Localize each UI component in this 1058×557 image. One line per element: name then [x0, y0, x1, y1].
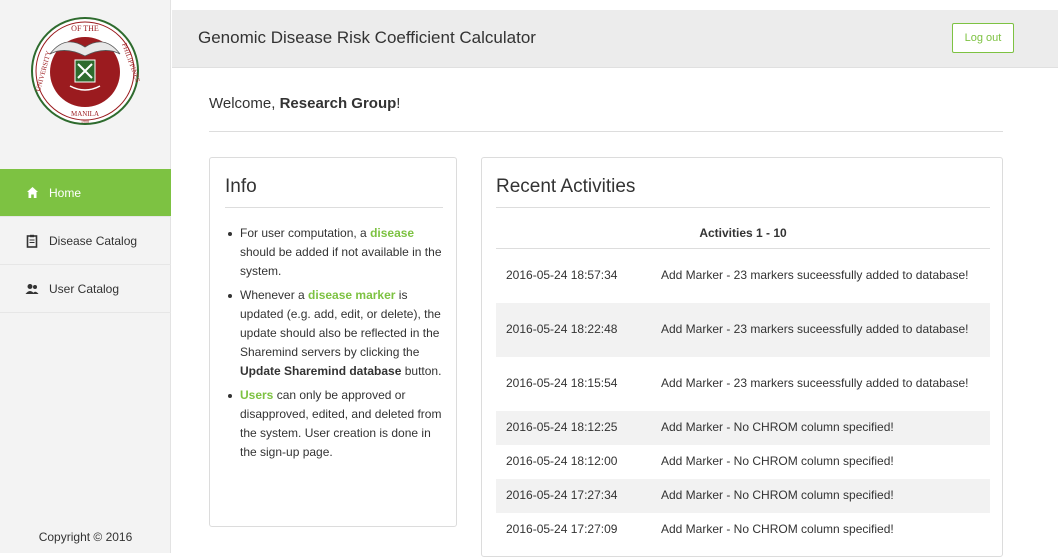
info-panel-title: Info [225, 176, 257, 197]
divider [496, 207, 990, 208]
activity-description: Add Marker - No CHROM column specified! [661, 454, 894, 468]
activity-time: 2016-05-24 17:27:34 [506, 488, 618, 502]
sidebar-item-label: User Catalog [49, 281, 120, 296]
info-bullet: Whenever a disease marker is updated (e.… [225, 286, 450, 381]
activity-description: Add Marker - 23 markers suceessfully add… [661, 268, 969, 283]
info-text: For user computation, a [240, 226, 371, 240]
copyright-text: Copyright © 2016 [38, 530, 133, 544]
seal-text-bottom: MANILA [71, 110, 99, 118]
info-text: button. [401, 364, 442, 378]
info-text: Whenever a [240, 288, 309, 302]
top-bar: Genomic Disease Risk Coefficient Calcula… [172, 10, 1058, 68]
info-list: For user computation, a disease should b… [225, 224, 450, 467]
sidebar-item-home[interactable]: Home [0, 169, 171, 217]
table-row: 2016-05-24 18:57:34 Add Marker - 23 marke… [496, 248, 990, 303]
clipboard-icon [25, 234, 39, 248]
users-icon [25, 282, 39, 296]
activity-description: Add Marker - No CHROM column specified! [661, 420, 894, 434]
activity-description: Add Marker - No CHROM column specified! [661, 522, 894, 536]
activities-range: Activities 1 - 10 [699, 226, 787, 240]
disease-link[interactable]: disease [370, 226, 414, 240]
table-row: 2016-05-24 18:12:00 Add Marker - No CHROM… [496, 444, 990, 479]
table-row: 2016-05-24 18:12:25 Add Marker - No CHROM… [496, 410, 990, 445]
sidebar-nav: Home Disease Catalog User Catalog [0, 169, 171, 313]
table-row: 2016-05-24 17:27:09 Add Marker - No CHROM… [496, 512, 990, 547]
welcome-message: Welcome, Research Group! [209, 95, 400, 112]
activity-time: 2016-05-24 18:12:25 [506, 420, 618, 434]
seal-text-top: OF THE [71, 24, 99, 33]
divider [225, 207, 443, 208]
activity-time: 2016-05-24 18:57:34 [506, 268, 618, 283]
activity-description: Add Marker - 23 markers suceessfully add… [661, 376, 969, 390]
disease-marker-link[interactable]: disease marker [308, 288, 395, 302]
activity-time: 2016-05-24 17:27:09 [506, 522, 618, 536]
users-link[interactable]: Users [240, 388, 273, 402]
activity-description: Add Marker - 23 markers suceessfully add… [661, 322, 969, 336]
info-text: should be added if not available in the … [240, 245, 442, 278]
welcome-user-name: Research Group [279, 95, 397, 112]
university-seal-logo[interactable]: OF THE UNIVERSITY PHILIPPINES MANILA 190… [30, 14, 140, 128]
app-title: Genomic Disease Risk Coefficient Calcula… [198, 28, 536, 47]
sidebar-item-label: Home [49, 185, 82, 200]
logout-button[interactable]: Log out [952, 23, 1014, 53]
sidebar-item-disease-catalog[interactable]: Disease Catalog [0, 217, 171, 265]
info-panel: Info For user computation, a disease sho… [209, 157, 457, 527]
table-row: 2016-05-24 18:15:54 Add Marker - 23 marke… [496, 356, 990, 411]
activity-description: Add Marker - No CHROM column specified! [661, 488, 894, 502]
seal-year: 1908 [81, 119, 89, 124]
activities-table: 2016-05-24 18:57:34 Add Marker - 23 marke… [496, 248, 990, 547]
activity-time: 2016-05-24 18:12:00 [506, 454, 618, 468]
table-row: 2016-05-24 17:27:34 Add Marker - No CHROM… [496, 478, 990, 513]
table-row: 2016-05-24 18:22:48 Add Marker - 23 marke… [496, 302, 990, 357]
info-bullet: Users can only be approved or disapprove… [225, 386, 450, 462]
welcome-prefix: Welcome, [209, 95, 280, 112]
sidebar: OF THE UNIVERSITY PHILIPPINES MANILA 190… [0, 0, 171, 553]
activity-time: 2016-05-24 18:15:54 [506, 376, 618, 390]
recent-activities-title: Recent Activities [496, 176, 636, 197]
activity-time: 2016-05-24 18:22:48 [506, 322, 618, 336]
recent-activities-panel: Recent Activities Activities 1 - 10 2016… [481, 157, 1003, 557]
welcome-suffix: ! [396, 95, 401, 112]
info-bullet: For user computation, a disease should b… [225, 224, 450, 281]
update-sharemind-emphasis: Update Sharemind database [240, 364, 402, 378]
sidebar-item-label: Disease Catalog [49, 233, 138, 248]
divider [209, 131, 1003, 132]
home-icon [25, 186, 39, 200]
sidebar-item-user-catalog[interactable]: User Catalog [0, 265, 171, 313]
